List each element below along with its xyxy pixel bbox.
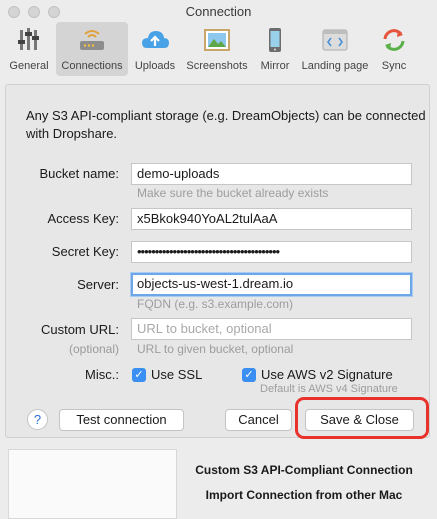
- tab-screenshots[interactable]: Screenshots: [182, 22, 252, 76]
- server-label: Server:: [77, 277, 119, 292]
- highlight-annotation: [295, 397, 429, 439]
- tab-label: Sync: [381, 60, 407, 72]
- bucket-name-label: Bucket name:: [39, 166, 120, 181]
- menu-item-custom-s3[interactable]: Custom S3 API-Compliant Connection: [184, 463, 424, 477]
- bucket-name-hint: Make sure the bucket already exists: [137, 186, 329, 200]
- help-button[interactable]: ?: [27, 409, 48, 430]
- tab-landing-page[interactable]: Landing page: [298, 22, 372, 76]
- aws-v2-signature-label: Use AWS v2 Signature: [261, 367, 393, 382]
- preferences-window: Connection General Connections Uploads S…: [0, 0, 437, 519]
- server-field[interactable]: objects-us-west-1.dream.io: [131, 273, 412, 296]
- custom-url-field[interactable]: URL to bucket, optional: [131, 318, 412, 340]
- aws-signature-hint: Default is AWS v4 Signature: [260, 383, 398, 395]
- cloud-upload-icon: [142, 31, 169, 48]
- code-window-icon: [322, 29, 348, 51]
- tab-label: General: [9, 60, 49, 72]
- preferences-toolbar: General Connections Uploads Screenshots …: [0, 22, 437, 78]
- server-hint: FQDN (e.g. s3.example.com): [137, 297, 294, 311]
- tab-sync[interactable]: Sync: [374, 22, 414, 76]
- photo-icon: [204, 29, 230, 51]
- custom-url-hint: URL to given bucket, optional: [137, 342, 294, 356]
- tab-general[interactable]: General: [4, 22, 54, 76]
- custom-url-optional-label: (optional): [68, 342, 119, 356]
- secret-key-label: Secret Key:: [51, 244, 119, 259]
- tab-label: Mirror: [260, 60, 290, 72]
- window-title: Connection: [185, 4, 252, 19]
- tab-mirror[interactable]: Mirror: [254, 22, 296, 76]
- tab-label: Connections: [61, 60, 123, 72]
- access-key-field[interactable]: x5Bkok940YoAL2tulAaA: [131, 208, 412, 230]
- aws-v2-signature-checkbox[interactable]: ✓: [242, 368, 256, 382]
- tab-uploads[interactable]: Uploads: [130, 22, 180, 76]
- phone-icon: [269, 28, 281, 52]
- cancel-button[interactable]: Cancel: [225, 409, 292, 431]
- titlebar: Connection: [0, 0, 437, 22]
- custom-url-label: Custom URL:: [40, 322, 119, 337]
- connection-form-panel: Any S3 API-compliant storage (e.g. Dream…: [5, 84, 430, 438]
- tab-label: Landing page: [301, 60, 369, 72]
- menu-item-import-connection[interactable]: Import Connection from other Mac: [184, 488, 424, 502]
- tab-label: Uploads: [134, 60, 176, 72]
- intro-text: Any S3 API-compliant storage (e.g. Dream…: [26, 108, 426, 141]
- tab-label: Screenshots: [186, 60, 248, 72]
- connections-list[interactable]: [8, 449, 177, 519]
- misc-label: Misc.:: [85, 367, 119, 382]
- sync-arrows-icon: [383, 29, 405, 51]
- sliders-icon: [18, 28, 39, 50]
- use-ssl-label: Use SSL: [151, 367, 203, 382]
- use-ssl-checkbox[interactable]: ✓: [132, 368, 146, 382]
- wifi-router-icon: [80, 30, 104, 50]
- test-connection-button[interactable]: Test connection: [59, 409, 184, 431]
- bucket-name-field[interactable]: demo-uploads: [131, 163, 412, 185]
- secret-key-field[interactable]: ••••••••••••••••••••••••••••••••••••••••: [131, 241, 412, 263]
- tab-connections[interactable]: Connections: [56, 22, 128, 76]
- access-key-label: Access Key:: [47, 211, 119, 226]
